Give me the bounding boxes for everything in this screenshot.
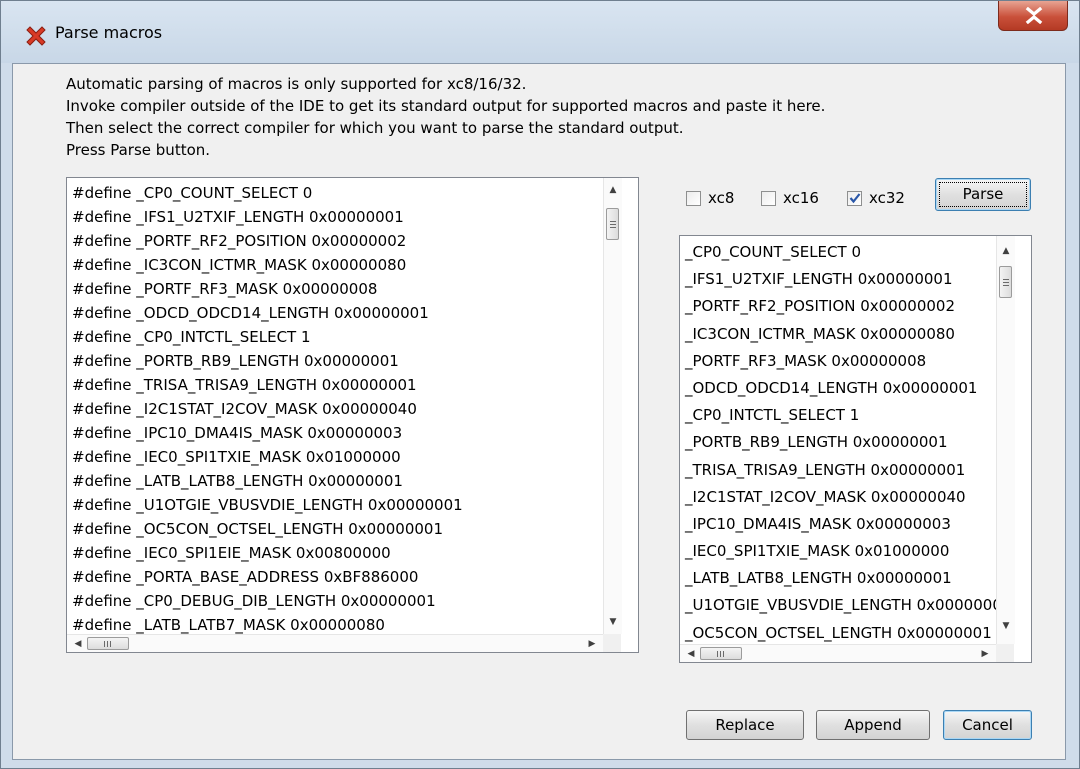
list-item[interactable]: _TRISA_TRISA9_LENGTH 0x00000001 (685, 457, 1011, 484)
list-item[interactable]: #define _IEC0_SPI1EIE_MASK 0x00800000 (72, 541, 463, 565)
list-item[interactable]: #define _TRISA_TRISA9_LENGTH 0x00000001 (72, 373, 463, 397)
close-button[interactable] (998, 1, 1068, 31)
arrow-up-icon[interactable]: ▲ (604, 181, 622, 199)
scroll-thumb[interactable] (606, 208, 619, 240)
instruction-line: Automatic parsing of macros is only supp… (66, 75, 527, 93)
checkmark-icon (849, 192, 861, 203)
dialog-body: Automatic parsing of macros is only supp… (12, 63, 1066, 760)
scroll-corner (603, 634, 621, 652)
vertical-scrollbar[interactable]: ▲ ▼ (996, 236, 1015, 644)
list-item[interactable]: #define _CP0_INTCTL_SELECT 1 (72, 325, 463, 349)
cancel-button-label: Cancel (962, 716, 1013, 734)
list-item[interactable]: #define _PORTF_RF3_MASK 0x00000008 (72, 277, 463, 301)
cancel-button[interactable]: Cancel (943, 710, 1032, 740)
list-item[interactable]: #define _IC3CON_ICTMR_MASK 0x00000080 (72, 253, 463, 277)
instruction-line: Then select the correct compiler for whi… (66, 119, 684, 137)
list-item[interactable]: #define _CP0_COUNT_SELECT 0 (72, 181, 463, 205)
focus-rectangle (939, 182, 1027, 207)
list-item[interactable]: #define _IFS1_U2TXIF_LENGTH 0x00000001 (72, 205, 463, 229)
xc8-label: xc8 (708, 189, 735, 207)
arrow-down-icon[interactable]: ▼ (604, 613, 622, 631)
parse-macros-dialog: Parse macros Automatic parsing of macros… (0, 0, 1080, 769)
xc16-label: xc16 (783, 189, 819, 207)
scroll-thumb[interactable] (999, 266, 1012, 298)
arrow-down-icon[interactable]: ▼ (997, 617, 1015, 635)
list-item[interactable]: #define _LATB_LATB8_LENGTH 0x00000001 (72, 469, 463, 493)
list-item[interactable]: _CP0_COUNT_SELECT 0 (685, 239, 1011, 266)
arrow-right-icon[interactable]: ▶ (583, 635, 601, 652)
replace-button-label: Replace (715, 716, 775, 734)
xc32-label: xc32 (869, 189, 905, 207)
list-item[interactable]: #define _PORTB_RB9_LENGTH 0x00000001 (72, 349, 463, 373)
title-bar[interactable]: Parse macros (1, 1, 1079, 63)
window-title: Parse macros (55, 23, 163, 42)
red-x-icon (25, 25, 47, 47)
instructions: Automatic parsing of macros is only supp… (66, 73, 825, 161)
horizontal-scrollbar[interactable]: ◀ ▶ (67, 634, 603, 652)
checkbox-xc32[interactable]: xc32 (847, 189, 905, 207)
list-item[interactable]: _I2C1STAT_I2COV_MASK 0x00000040 (685, 484, 1011, 511)
scroll-corner (996, 644, 1014, 662)
instruction-line: Invoke compiler outside of the IDE to ge… (66, 97, 826, 115)
list-item[interactable]: _U1OTGIE_VBUSVDIE_LENGTH 0x00000001 (685, 592, 1011, 619)
scroll-thumb[interactable] (87, 637, 129, 650)
append-button-label: Append (844, 716, 902, 734)
checkbox-xc16[interactable]: xc16 (761, 189, 819, 207)
xc8-checkbox-box[interactable] (686, 190, 701, 206)
list-item[interactable]: #define _OC5CON_OCTSEL_LENGTH 0x00000001 (72, 517, 463, 541)
list-item[interactable]: _PORTB_RB9_LENGTH 0x00000001 (685, 429, 1011, 456)
list-item[interactable]: _PORTF_RF2_POSITION 0x00000002 (685, 293, 1011, 320)
xc16-checkbox-box[interactable] (761, 190, 776, 206)
horizontal-scrollbar[interactable]: ◀ ▶ (680, 644, 996, 662)
list-item[interactable]: #define _CP0_DEBUG_DIB_LENGTH 0x00000001 (72, 589, 463, 613)
list-item[interactable]: #define _PORTA_BASE_ADDRESS 0xBF886000 (72, 565, 463, 589)
list-item[interactable]: _IFS1_U2TXIF_LENGTH 0x00000001 (685, 266, 1011, 293)
parse-button[interactable]: Parse (935, 178, 1031, 211)
list-item[interactable]: #define _IPC10_DMA4IS_MASK 0x00000003 (72, 421, 463, 445)
arrow-up-icon[interactable]: ▲ (997, 242, 1015, 260)
vertical-scrollbar[interactable]: ▲ ▼ (603, 178, 622, 634)
arrow-left-icon[interactable]: ◀ (69, 635, 87, 652)
list-item[interactable]: _OC5CON_OCTSEL_LENGTH 0x00000001 (685, 620, 1011, 647)
list-item[interactable]: _CP0_INTCTL_SELECT 1 (685, 402, 1011, 429)
xc32-checkbox-box[interactable] (847, 190, 862, 206)
list-item[interactable]: _ODCD_ODCD14_LENGTH 0x00000001 (685, 375, 1011, 402)
list-item[interactable]: _PORTF_RF3_MASK 0x00000008 (685, 348, 1011, 375)
close-icon (1025, 7, 1043, 24)
list-item[interactable]: #define _PORTF_RF2_POSITION 0x00000002 (72, 229, 463, 253)
parsed-output-list[interactable]: _CP0_COUNT_SELECT 0 _IFS1_U2TXIF_LENGTH 0… (679, 235, 1032, 663)
arrow-left-icon[interactable]: ◀ (682, 645, 700, 662)
input-lines: #define _CP0_COUNT_SELECT 0 #define _IFS1… (72, 181, 463, 637)
checkbox-xc8[interactable]: xc8 (686, 189, 734, 207)
replace-button[interactable]: Replace (686, 710, 804, 740)
macro-input-textarea[interactable]: #define _CP0_COUNT_SELECT 0 #define _IFS1… (66, 177, 639, 653)
list-item[interactable]: _IC3CON_ICTMR_MASK 0x00000080 (685, 321, 1011, 348)
list-item[interactable]: #define _U1OTGIE_VBUSVDIE_LENGTH 0x00000… (72, 493, 463, 517)
instruction-line: Press Parse button. (66, 141, 211, 159)
output-lines: _CP0_COUNT_SELECT 0 _IFS1_U2TXIF_LENGTH 0… (685, 239, 1011, 647)
list-item[interactable]: #define _I2C1STAT_I2COV_MASK 0x00000040 (72, 397, 463, 421)
list-item[interactable]: _IPC10_DMA4IS_MASK 0x00000003 (685, 511, 1011, 538)
list-item[interactable]: #define _ODCD_ODCD14_LENGTH 0x00000001 (72, 301, 463, 325)
arrow-right-icon[interactable]: ▶ (976, 645, 994, 662)
list-item[interactable]: #define _IEC0_SPI1TXIE_MASK 0x01000000 (72, 445, 463, 469)
list-item[interactable]: _IEC0_SPI1TXIE_MASK 0x01000000 (685, 538, 1011, 565)
scroll-thumb[interactable] (700, 647, 742, 660)
append-button[interactable]: Append (816, 710, 930, 740)
list-item[interactable]: _LATB_LATB8_LENGTH 0x00000001 (685, 565, 1011, 592)
